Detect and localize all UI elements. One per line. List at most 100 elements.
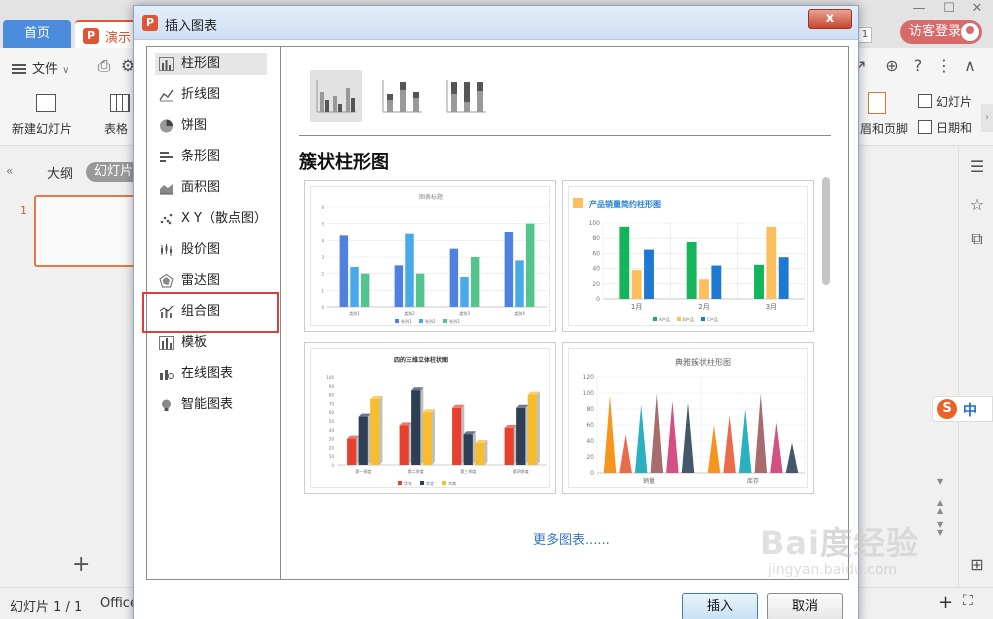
- category-column[interactable]: 柱形图: [155, 53, 267, 75]
- category-template[interactable]: 模板: [155, 332, 267, 354]
- y-tick-label: 2: [321, 272, 324, 277]
- slide-index: 1: [20, 204, 27, 217]
- clustered-column-icon: [316, 80, 356, 113]
- category-bar[interactable]: 条形图: [155, 146, 267, 168]
- subtype-clustered-column[interactable]: [310, 70, 362, 122]
- x-tick-label: 类别2: [404, 310, 415, 316]
- tab-home[interactable]: 首页: [3, 20, 71, 48]
- section-divider: [299, 135, 831, 136]
- chart-template-card-3[interactable]: 四的三维立体柱状图 0 10 20 30 40 50 60 70 80 90 100 第一季度 第二季度 第…: [304, 342, 556, 494]
- y-tick-label: 90: [329, 384, 335, 389]
- category-scatter[interactable]: X Y（散点图）: [155, 208, 267, 230]
- chart-preview-1: 图表标题 0 1 2 3 4 5 6 类别1 类别2 类别3 类别4 系列1 系列2 系列3: [321, 193, 547, 324]
- add-slide-icon[interactable]: +: [72, 552, 90, 577]
- x-tick-label: 类别3: [459, 310, 470, 316]
- y-tick-label: 4: [321, 238, 324, 243]
- file-menu[interactable]: 文件 ∨: [12, 58, 69, 77]
- visitor-login-button[interactable]: 访客登录: [900, 20, 982, 44]
- y-tick-label: 30: [329, 437, 335, 442]
- ribbon-scroll-right-icon[interactable]: ›: [981, 104, 993, 132]
- date-time-button[interactable]: 日期和: [936, 119, 972, 136]
- y-tick-label: 100: [326, 375, 334, 380]
- chart-template-card-4[interactable]: 典雅簇状柱形图 0 20 40 60 80 100 120 销量 库存: [562, 342, 814, 494]
- category-area[interactable]: 面积图: [155, 177, 267, 199]
- y-tick-label: 1: [321, 288, 324, 293]
- avatar-icon: [961, 23, 979, 41]
- y-tick-label: 20: [329, 445, 335, 450]
- x-tick-label: 第一季度: [355, 468, 371, 474]
- insert-button[interactable]: 插入: [682, 593, 758, 619]
- outline-tab[interactable]: 大纲: [47, 163, 73, 182]
- category-online[interactable]: 在线图表: [155, 363, 267, 385]
- chart-bar: [449, 248, 459, 307]
- grid-view-icon[interactable]: ⊞: [967, 555, 987, 575]
- tab-count-badge[interactable]: 1: [858, 27, 872, 43]
- y-tick-label: 50: [329, 419, 335, 424]
- chart-title: 图表标题: [419, 193, 443, 201]
- category-smart[interactable]: 智能图表: [155, 394, 267, 416]
- animation-icon[interactable]: ☆: [967, 195, 987, 215]
- new-slide-button[interactable]: 新建幻灯片: [12, 120, 72, 137]
- subtype-stacked-column[interactable]: [376, 70, 428, 122]
- prev-page-icon[interactable]: ▲ ▲: [937, 499, 943, 515]
- file-menu-label: 文件: [32, 62, 59, 77]
- dialog-body: 柱形图 折线图 饼图 条形图 面积图 X Y（散点图） 股价图 雷达图 组合图 …: [142, 46, 849, 580]
- add-box-icon[interactable]: ⊕: [882, 56, 902, 76]
- chart-bar: [770, 422, 783, 473]
- collapse-ribbon-icon[interactable]: ∧: [960, 56, 980, 76]
- category-line[interactable]: 折线图: [155, 84, 267, 106]
- subtype-percent-column[interactable]: [440, 70, 492, 122]
- y-tick-label: 10: [329, 454, 335, 459]
- x-tick-label: 类别1: [349, 310, 360, 316]
- hamburger-icon: [12, 64, 26, 74]
- templates-scrollbar[interactable]: [822, 177, 830, 285]
- header-footer-button[interactable]: 眉和页脚: [860, 120, 908, 137]
- bar-chart-icon: [160, 152, 173, 162]
- y-tick-label: 6: [321, 205, 324, 210]
- dialog-close-button[interactable]: x: [808, 9, 852, 29]
- more-charts-link[interactable]: 更多图表......: [533, 529, 610, 548]
- chart-bar: [666, 401, 679, 473]
- fit-window-icon[interactable]: ⛶: [963, 593, 973, 609]
- scroll-down-arrow-icon[interactable]: ▼: [937, 477, 943, 486]
- category-pie[interactable]: 饼图: [155, 115, 267, 137]
- y-tick-label: 0: [321, 305, 324, 310]
- help-icon[interactable]: ?: [908, 56, 928, 76]
- slide-number-button[interactable]: 幻灯片: [936, 93, 972, 110]
- dialog-title-bar[interactable]: P 插入图表 x: [134, 6, 858, 40]
- category-label: 雷达图: [181, 273, 221, 288]
- category-radar[interactable]: 雷达图: [155, 270, 267, 292]
- table-icon[interactable]: [110, 94, 130, 112]
- minimize-icon[interactable]: —: [912, 2, 926, 16]
- date-time-icon[interactable]: [918, 120, 932, 134]
- y-tick-label: 40: [592, 266, 600, 273]
- chart-template-card-1[interactable]: 图表标题 0 1 2 3 4 5 6 类别1 类别2 类别3 类别4 系列1 系列2 系列3: [304, 180, 556, 332]
- chart-template-card-2[interactable]: 产品销量简约柱形图 0 20 40 60 80 100 1月 2月 3月 A产品 B产品 C产品: [562, 180, 814, 332]
- header-footer-icon[interactable]: [868, 92, 886, 114]
- chart-bar: [504, 428, 514, 465]
- dialog-logo-icon: P: [142, 15, 158, 31]
- chart-preview-4: 典雅簇状柱形图 0 20 40 60 80 100 120 销量 库存: [583, 357, 806, 485]
- slide-thumbnail[interactable]: [34, 195, 140, 267]
- category-label: 饼图: [181, 118, 208, 133]
- ime-toolbar[interactable]: S 中: [932, 396, 993, 422]
- chart-bar: [515, 260, 524, 307]
- slide-number-icon[interactable]: [918, 94, 932, 108]
- chart-bar: [634, 405, 648, 473]
- column-chart-icon: [159, 57, 174, 71]
- visitor-login-label: 访客登录: [909, 24, 962, 39]
- transition-icon[interactable]: ⧉: [967, 229, 987, 249]
- new-slide-icon[interactable]: [36, 94, 56, 112]
- chart-bar-side: [536, 391, 540, 465]
- table-button[interactable]: 表格: [104, 120, 128, 137]
- x-tick-label: 2月: [698, 303, 709, 311]
- save-icon[interactable]: ⎙: [94, 56, 114, 76]
- maximize-icon[interactable]: ☐: [942, 2, 956, 16]
- properties-icon[interactable]: ☰: [967, 157, 987, 177]
- collapse-panel-icon[interactable]: «: [6, 164, 13, 178]
- more-options-icon[interactable]: ⋮: [934, 56, 954, 76]
- y-tick-label: 40: [329, 428, 335, 433]
- close-window-icon[interactable]: ✕: [970, 2, 984, 16]
- ime-chinese-mode-icon[interactable]: 中: [963, 400, 977, 420]
- category-stock[interactable]: 股价图: [155, 239, 267, 261]
